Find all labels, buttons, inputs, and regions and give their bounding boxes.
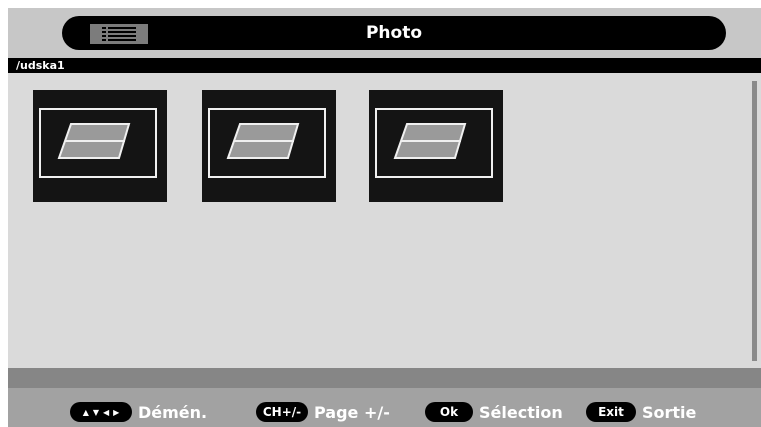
hint-navigate-label: Démén. — [138, 402, 208, 422]
exit-key-badge: Exit — [586, 402, 636, 422]
thumbnail-item[interactable] — [369, 90, 503, 202]
hint-page-label: Page +/- — [314, 402, 390, 422]
status-strip — [8, 368, 761, 388]
hint-page: CH+/- Page +/- — [256, 402, 390, 422]
scrollbar[interactable] — [752, 81, 757, 361]
hint-exit-label: Sortie — [642, 402, 697, 422]
thumbnail-item[interactable] — [33, 90, 167, 202]
path-breadcrumb: /udska1 — [8, 58, 761, 73]
hint-select-label: Sélection — [479, 402, 563, 422]
hint-navigate: ▲ ▼ ◀ ▶ Démén. — [70, 402, 207, 422]
page-title: Photo — [365, 23, 423, 43]
photo-placeholder-icon — [375, 108, 493, 178]
hint-exit: Exit Sortie — [586, 402, 696, 422]
thumbnail-grid — [8, 73, 761, 368]
ok-key-badge: Ok — [425, 402, 473, 422]
hint-select: Ok Sélection — [425, 402, 563, 422]
navigation-arrows-icon: ▲ ▼ ◀ ▶ — [70, 402, 132, 422]
photo-placeholder-icon — [208, 108, 326, 178]
thumbnail-item[interactable] — [202, 90, 336, 202]
ch-key-badge: CH+/- — [256, 402, 308, 422]
photo-placeholder-icon — [39, 108, 157, 178]
